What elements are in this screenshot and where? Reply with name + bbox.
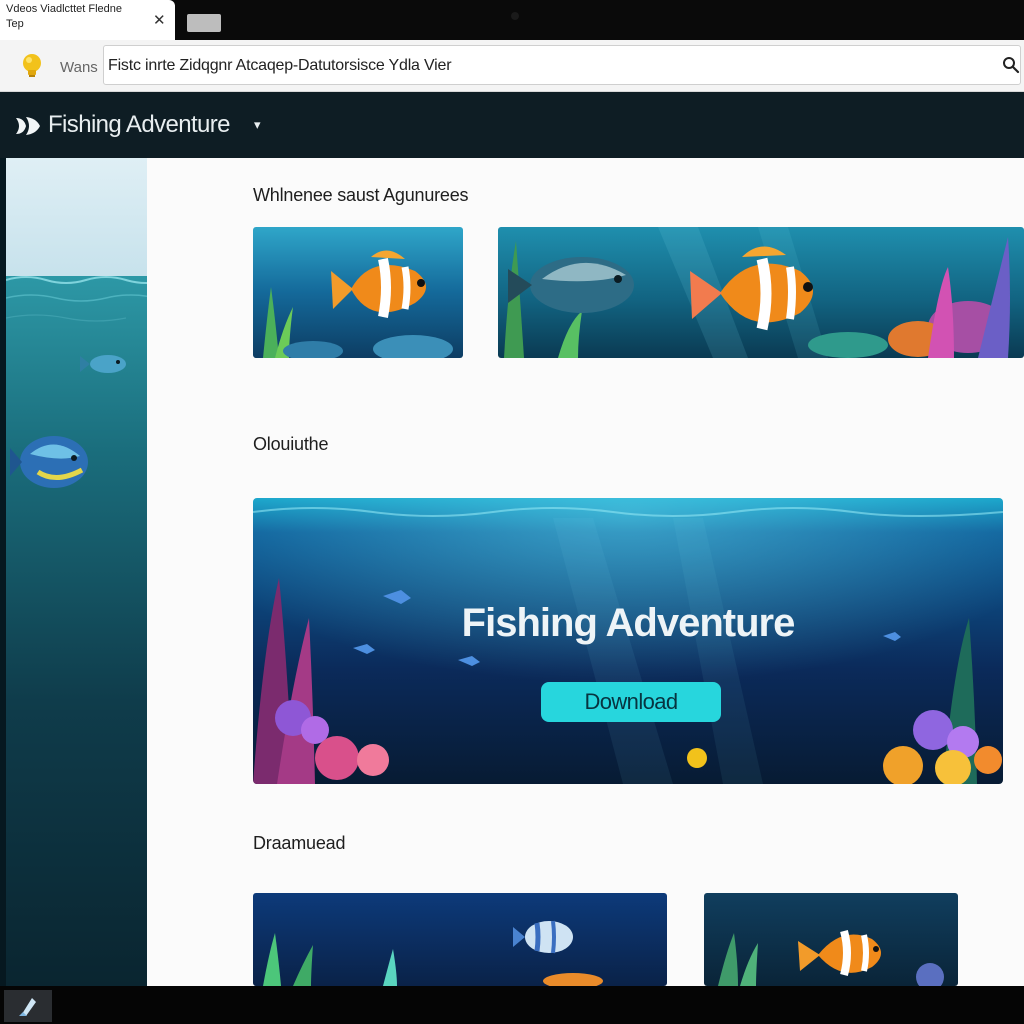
game-thumbnail-clownfish-2[interactable] [704,893,958,986]
search-icon[interactable] [1002,56,1020,74]
browser-tab-active[interactable]: Vdeos Viadlcttet Fledne Tep ✕ [0,0,175,40]
taskbar [0,986,1024,1024]
hero-banner: Fishing Adventure Download [253,498,1003,784]
url-input[interactable]: Fistc inrte Zidqgnr Atcaqep-Datutorsisce… [103,45,1021,85]
section-heading: Whlnenee saust Agunurees [253,185,469,205]
main-content: Whlnenee saust Agunurees Olouiuthe Fishi… [147,158,1024,986]
game-thumbnail-tang[interactable] [253,893,667,986]
fishing-logo-icon[interactable] [14,114,42,138]
screen: { "browser": { "tab_title_line1": "Vdeos… [0,0,1024,1024]
url-text: Fistc inrte Zidqgnr Atcaqep-Datutorsisce… [108,57,452,74]
download-button[interactable]: Download [541,682,721,722]
hero-title: Fishing Adventure [461,601,796,645]
sidebar-ocean-image [5,158,147,986]
chevron-down-icon[interactable]: ▾ [254,117,261,133]
browser-tab-inactive[interactable] [187,14,221,32]
site-title[interactable]: Fishing Adventure [48,111,231,139]
game-thumbnail-reef[interactable] [498,227,1024,358]
site-header: Fishing Adventure ▾ [0,92,1024,158]
start-icon[interactable] [4,990,52,1022]
camera-dot [511,12,519,20]
tab-subtitle: Tep [6,18,24,30]
game-thumbnail-clownfish[interactable] [253,227,463,358]
browser-tab-strip: Vdeos Viadlcttet Fledne Tep ✕ [0,0,1024,40]
sidebar [0,158,147,986]
close-tab-icon[interactable]: ✕ [153,13,166,28]
address-bar-row: Wans Fistc inrte Zidqgnr Atcaqep-Datutor… [0,40,1024,92]
address-prefix: Wans [60,59,98,76]
section-heading: Olouiuthe [253,434,329,454]
lightbulb-icon[interactable] [18,52,46,80]
tab-title: Vdeos Viadlcttet Fledne [6,3,122,15]
section-heading: Draamuead [253,833,346,853]
